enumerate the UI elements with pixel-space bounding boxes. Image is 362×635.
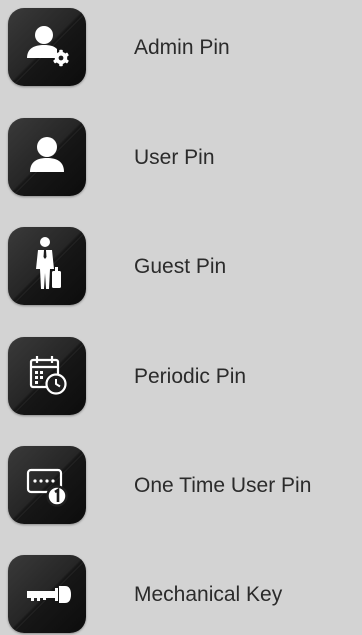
admin-pin-label: Admin Pin xyxy=(134,36,230,59)
key-icon xyxy=(27,586,71,603)
user-icon xyxy=(30,137,64,172)
one-time-user-pin-label: One Time User Pin xyxy=(134,474,312,497)
guest-luggage-icon xyxy=(36,237,61,289)
user-pin-label: User Pin xyxy=(134,146,215,169)
periodic-pin-tile xyxy=(8,337,86,415)
pin-type-list: Admin Pin User Pin Guest Pin Periodic Pi… xyxy=(0,0,362,635)
mechanical-key-tile xyxy=(8,555,86,633)
admin-pin-tile xyxy=(8,8,86,86)
mechanical-key-label: Mechanical Key xyxy=(134,583,283,606)
calendar-clock-icon xyxy=(29,356,67,395)
admin-pin-item[interactable]: Admin Pin xyxy=(0,8,362,88)
one-time-user-pin-tile xyxy=(8,446,86,524)
periodic-pin-label: Periodic Pin xyxy=(134,365,247,388)
admin-user-gear-icon xyxy=(27,26,69,67)
periodic-pin-item[interactable]: Periodic Pin xyxy=(0,337,362,417)
mechanical-key-item[interactable]: Mechanical Key xyxy=(0,555,362,635)
user-pin-item[interactable]: User Pin xyxy=(0,118,362,198)
guest-pin-label: Guest Pin xyxy=(134,255,227,278)
one-time-user-pin-item[interactable]: One Time User Pin xyxy=(0,446,362,526)
one-time-pin-icon xyxy=(26,468,68,507)
guest-pin-tile xyxy=(8,227,86,305)
user-pin-tile xyxy=(8,118,86,196)
guest-pin-item[interactable]: Guest Pin xyxy=(0,227,362,307)
